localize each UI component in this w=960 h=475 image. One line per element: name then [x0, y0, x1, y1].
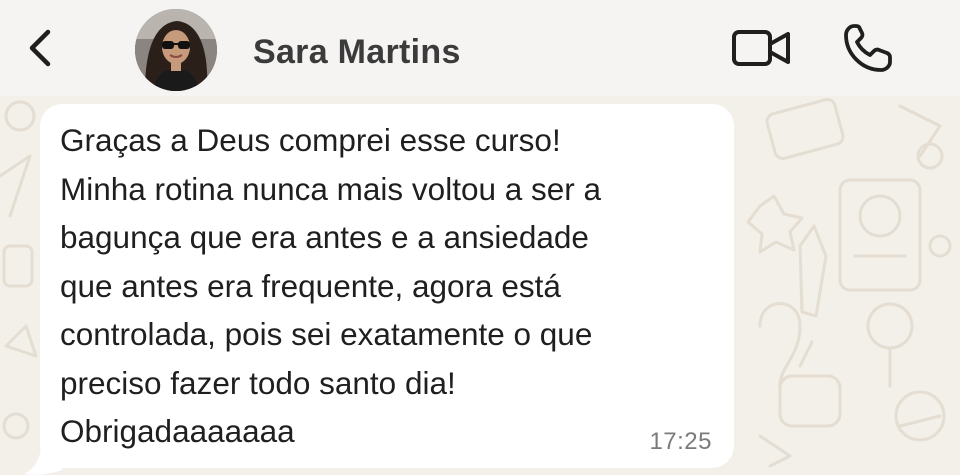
- message-bubble[interactable]: Graças a Deus comprei esse curso! Minha …: [40, 104, 734, 468]
- video-camera-icon[interactable]: [728, 24, 794, 72]
- contact-name[interactable]: Sara Martins: [253, 33, 461, 72]
- contact-avatar[interactable]: [135, 9, 217, 91]
- phone-icon[interactable]: [840, 20, 896, 76]
- back-chevron-icon[interactable]: [22, 28, 62, 68]
- message-text: Graças a Deus comprei esse curso! Minha …: [60, 122, 602, 449]
- message-timestamp: 17:25: [649, 428, 712, 455]
- chat-area: Graças a Deus comprei esse curso! Minha …: [0, 96, 960, 475]
- chat-header: Sara Martins: [0, 0, 960, 96]
